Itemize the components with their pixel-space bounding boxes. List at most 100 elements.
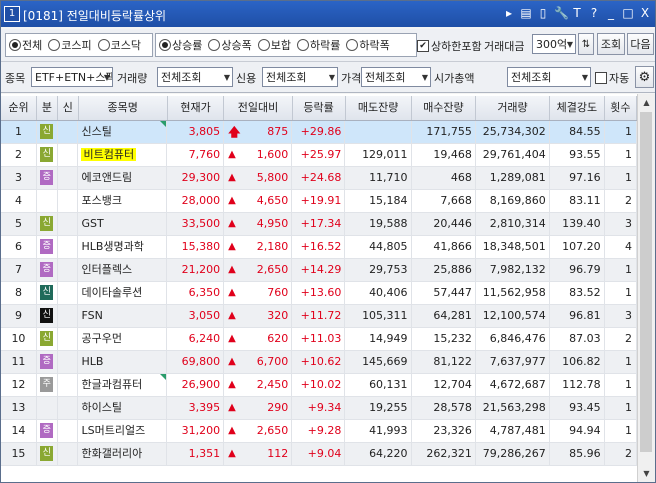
- credit-cell: [58, 236, 79, 258]
- stock-name: 한화갤러리아: [81, 447, 143, 460]
- credit-cell: [58, 374, 79, 396]
- rate-cell: +25.97: [292, 144, 346, 166]
- count-cell: 1: [605, 420, 637, 442]
- type-radio-flat[interactable]: 보합: [255, 37, 291, 53]
- table-row[interactable]: 7 증 인터플렉스 21,200 ▲ 2,650 +14.29 29,753 25,886 7,9…: [1, 259, 637, 282]
- bid-cell: 28,578: [412, 397, 476, 419]
- title-bar[interactable]: 1 [0181] 전일대비등락률상위 ▸ ▤ ▯ 🔧 T ? _ □ X: [1, 1, 655, 27]
- limit-include-checkbox[interactable]: ✔ 상하한포함: [417, 38, 482, 54]
- table-row[interactable]: 10 신 공구우먼 6,240 ▲ 620 +11.03 14,949 15,232 6,846,…: [1, 328, 637, 351]
- credit-label: 신용: [236, 72, 257, 85]
- stock-name-cell[interactable]: FSN: [78, 305, 168, 327]
- stock-name-cell[interactable]: 한글과컴퓨터: [78, 374, 168, 396]
- rate-cell: +11.03: [292, 328, 346, 350]
- table-row[interactable]: 14 증 LS머트리얼즈 31,200 ▲ 2,650 +9.28 41,993 23,326 4…: [1, 420, 637, 443]
- ask-cell: [345, 121, 412, 143]
- header-count[interactable]: 횟수: [605, 96, 637, 120]
- price-cell: 26,900: [167, 374, 225, 396]
- market-radio-all[interactable]: 전체: [6, 37, 42, 53]
- market-radio-kosdaq[interactable]: 코스닥: [95, 37, 141, 53]
- stock-name-cell[interactable]: 하이스틸: [78, 397, 168, 419]
- auto-checkbox[interactable]: 자동: [595, 70, 629, 86]
- close-icon[interactable]: X: [639, 5, 651, 21]
- header-change[interactable]: 전일대비: [224, 96, 293, 120]
- next-button[interactable]: 다음: [627, 33, 654, 55]
- division-cell: 신: [37, 121, 58, 143]
- volume-cell: 29,761,404: [476, 144, 550, 166]
- marketcap-select[interactable]: 전체조회 ▼: [507, 67, 591, 87]
- stock-name-cell[interactable]: 데이타솔루션: [78, 282, 168, 304]
- type-radio-rise-rate[interactable]: 상승률: [156, 37, 202, 53]
- header-price[interactable]: 현재가: [168, 96, 225, 120]
- table-row[interactable]: 8 신 데이타솔루션 6,350 ▲ 760 +13.60 40,406 57,447 11,56…: [1, 282, 637, 305]
- gear-icon[interactable]: ⚙: [635, 66, 654, 88]
- stock-name-cell[interactable]: 신스틸: [78, 121, 168, 143]
- radio-dot: [97, 39, 110, 51]
- type-radio-fall-rate[interactable]: 하락률: [294, 37, 340, 53]
- market-radio-kospi[interactable]: 코스피: [45, 37, 92, 53]
- table-row[interactable]: 13 하이스틸 3,395 ▲ 290 +9.34 19,255 28,578 21,563,2…: [1, 397, 637, 420]
- table-row[interactable]: 15 신 한화갤러리아 1,351 ▲ 112 +9.04 64,220 262,321 79,2…: [1, 443, 637, 466]
- play-icon[interactable]: ▸: [503, 5, 515, 21]
- header-bid[interactable]: 매수잔량: [412, 96, 477, 120]
- help-icon[interactable]: ?: [588, 5, 600, 21]
- stock-name-cell[interactable]: 포스뱅크: [78, 190, 168, 212]
- header-strength[interactable]: 체결강도: [550, 96, 605, 120]
- header-rank[interactable]: 순위: [1, 96, 37, 120]
- table-row[interactable]: 9 신 FSN 3,050 ▲ 320 +11.72 105,311 64,281 12,100,…: [1, 305, 637, 328]
- sort-icon[interactable]: ⇅: [578, 33, 594, 55]
- table-row[interactable]: 3 증 에코앤드림 29,300 ▲ 5,800 +24.68 11,710 468 1,289,…: [1, 167, 637, 190]
- scroll-thumb[interactable]: [640, 112, 652, 452]
- screen-icon[interactable]: ▤: [520, 5, 532, 21]
- text-icon[interactable]: T: [571, 5, 583, 21]
- change-value: 4,950: [256, 217, 289, 230]
- scroll-down-icon[interactable]: ▼: [638, 465, 655, 482]
- minimize-icon[interactable]: _: [605, 5, 617, 21]
- header-division[interactable]: 분: [37, 96, 58, 120]
- settings-icon[interactable]: 🔧: [554, 5, 569, 21]
- header-rate[interactable]: 등락률: [293, 96, 346, 120]
- header-credit[interactable]: 신: [58, 96, 79, 120]
- change-cell: ▲ 5,800: [224, 167, 293, 189]
- table-row[interactable]: 2 신 비트컴퓨터 7,760 ▲ 1,600 +25.97 129,011 19,468 29,…: [1, 144, 637, 167]
- strength-cell: 83.11: [550, 190, 605, 212]
- stock-name-cell[interactable]: 인터플렉스: [78, 259, 168, 281]
- stock-name-cell[interactable]: LS머트리얼즈: [78, 420, 168, 442]
- vertical-scrollbar[interactable]: ▲ ▼: [637, 94, 655, 482]
- stock-name-cell[interactable]: HLB: [78, 351, 168, 373]
- bid-cell: 171,755: [412, 121, 476, 143]
- change-cell: ▲ 112: [224, 443, 293, 465]
- table-row[interactable]: 11 증 HLB 69,800 ▲ 6,700 +10.62 145,669 81,122 7,6…: [1, 351, 637, 374]
- table-row[interactable]: 1 신 신스틸 3,805 🡅 875 +29.86 171,755 25,734,302 84.…: [1, 121, 637, 144]
- price-select[interactable]: 전체조회 ▼: [361, 67, 431, 87]
- panel-icon[interactable]: ▯: [537, 5, 549, 21]
- stock-name-cell[interactable]: 한화갤러리아: [78, 443, 168, 465]
- credit-select[interactable]: 전체조회 ▼: [262, 67, 338, 87]
- volume-cell: 21,563,298: [476, 397, 550, 419]
- table-row[interactable]: 12 주 한글과컴퓨터 26,900 ▲ 2,450 +10.02 60,131 12,704 4…: [1, 374, 637, 397]
- radio-dot: [208, 39, 221, 51]
- volume-select[interactable]: 전체조회 ▼: [157, 67, 233, 87]
- stock-name-cell[interactable]: HLB생명과학: [78, 236, 168, 258]
- header-ask[interactable]: 매도잔량: [346, 96, 412, 120]
- type-radio-fall-amount[interactable]: 하락폭: [343, 37, 390, 53]
- table-row[interactable]: 5 신 GST 33,500 ▲ 4,950 +17.34 19,588 20,446 2,810…: [1, 213, 637, 236]
- stock-name-cell[interactable]: 비트컴퓨터: [78, 144, 168, 166]
- item-select[interactable]: ETF+ETN+스팩 ▼: [31, 67, 113, 87]
- type-radio-rise-amount[interactable]: 상승폭: [205, 37, 252, 53]
- header-volume[interactable]: 거래량: [476, 96, 550, 120]
- change-value: 2,180: [256, 240, 289, 253]
- type-radio-group: 상승률 상승폭 보합 하락률 하락폭: [155, 33, 417, 57]
- query-button[interactable]: 조회: [597, 33, 625, 55]
- stock-name-cell[interactable]: 에코앤드림: [78, 167, 168, 189]
- trade-amount-select[interactable]: 300억 ▼: [532, 34, 576, 54]
- table-row[interactable]: 6 증 HLB생명과학 15,380 ▲ 2,180 +16.52 44,805 41,866 1…: [1, 236, 637, 259]
- chevron-down-icon: ▼: [223, 73, 230, 82]
- table-row[interactable]: 4 포스뱅크 28,000 ▲ 4,650 +19.91 15,184 7,668 8,169,…: [1, 190, 637, 213]
- scroll-up-icon[interactable]: ▲: [638, 94, 655, 111]
- stock-name-cell[interactable]: GST: [78, 213, 168, 235]
- stock-name-cell[interactable]: 공구우먼: [78, 328, 168, 350]
- credit-cell: [58, 443, 79, 465]
- maximize-icon[interactable]: □: [622, 5, 634, 21]
- header-name[interactable]: 종목명: [79, 96, 168, 120]
